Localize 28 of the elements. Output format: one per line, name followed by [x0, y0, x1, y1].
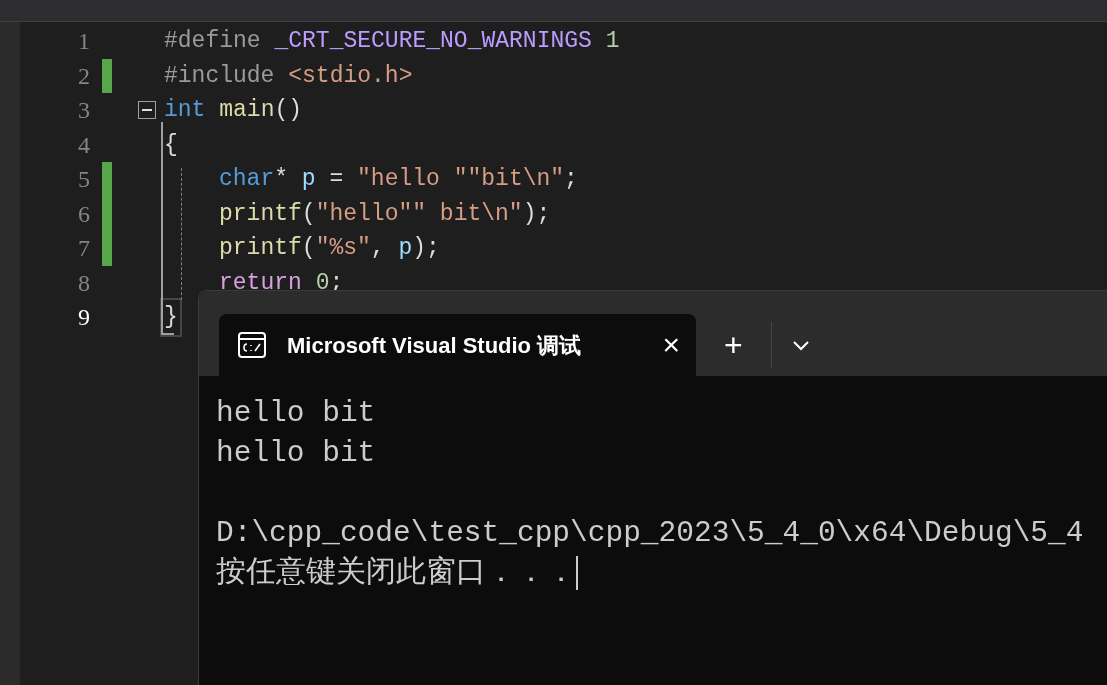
line-number: 1 — [77, 27, 90, 57]
close-tab-button[interactable]: × — [662, 330, 680, 360]
collapse-icon[interactable] — [138, 101, 156, 120]
code-line: { — [163, 130, 179, 160]
tab-title: Microsoft Visual Studio 调试 — [287, 331, 583, 360]
line-number: 3 — [77, 96, 90, 126]
dropdown-icon[interactable] — [791, 339, 810, 351]
line-number: 5 — [77, 165, 90, 195]
code-line: printf("hello"" bit\n"); — [218, 199, 552, 229]
line-number: 7 — [77, 234, 90, 264]
console-output-line: hello bit — [216, 395, 376, 432]
console-output-line: hello bit — [216, 435, 376, 472]
code-line: #include <stdio.h> — [163, 61, 414, 91]
line-number: 4 — [77, 130, 90, 160]
code-line: #define _CRT_SECURE_NO_WARNINGS 1 — [163, 27, 621, 56]
terminal-tab[interactable]: Microsoft Visual Studio 调试 × — [219, 314, 696, 376]
code-line: printf("%s", p); — [218, 234, 441, 263]
line-number: 9 — [77, 303, 90, 333]
line-number: 2 — [77, 61, 90, 91]
new-tab-button[interactable]: + — [696, 329, 771, 361]
code-line: } — [162, 300, 180, 335]
line-number: 8 — [77, 268, 90, 298]
console-output-line: D:\cpp_code\test_cpp\cpp_2023\5_4_0\x64\Debug\5_4 — [216, 515, 1084, 552]
code-line: int main() — [163, 96, 304, 125]
code-line: char* p = "hello ""bit\n"; — [218, 165, 579, 194]
console-output-line: 按任意键关闭此窗口．．． — [216, 554, 578, 592]
line-number: 6 — [77, 199, 90, 229]
console-icon — [237, 330, 267, 360]
